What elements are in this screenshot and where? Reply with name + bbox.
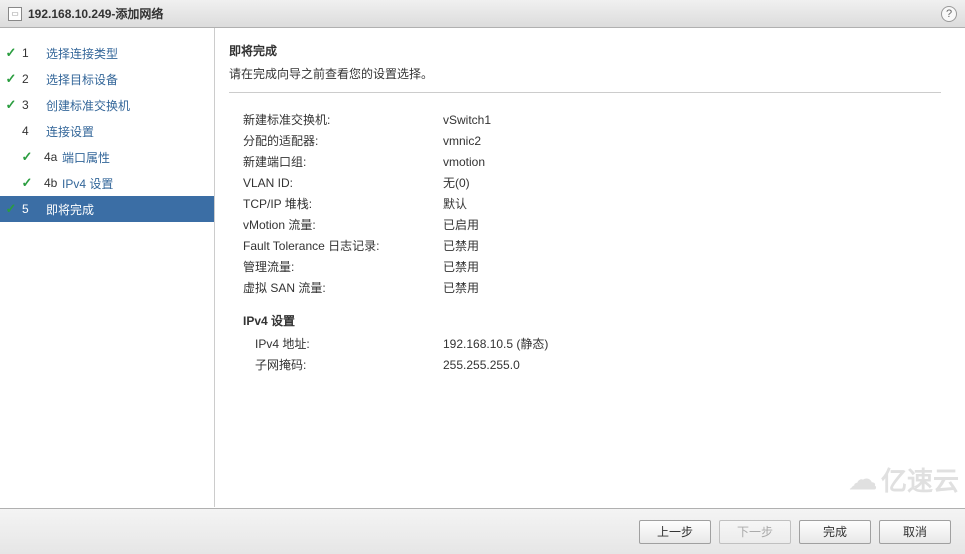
prop-label: IPv4 地址: [243,335,443,352]
step-num: 4 [22,124,46,138]
prop-row: 管理流量:已禁用 [243,256,941,277]
titlebar: ▭ 192.168.10.249 - 添加网络 ? [0,0,965,28]
prop-value: 已禁用 [443,237,479,254]
step-3[interactable]: ✓ 3 创建标准交换机 [0,92,214,118]
step-num: 2 [22,72,46,86]
step-label: 选择目标设备 [46,71,118,88]
step-num: 5 [22,202,46,216]
step-label: 选择连接类型 [46,45,118,62]
page-subtitle: 请在完成向导之前查看您的设置选择。 [229,65,941,82]
page-title: 即将完成 [229,42,941,59]
prop-value: 已禁用 [443,258,479,275]
check-icon: ✓ [4,72,18,86]
prop-row: vMotion 流量:已启用 [243,214,941,235]
check-icon: ✓ [20,150,34,164]
titlebar-title: 添加网络 [115,5,163,22]
prop-row: 新建端口组:vmotion [243,151,941,172]
prop-row: 子网掩码:255.255.255.0 [243,354,941,375]
prop-row: 虚拟 SAN 流量:已禁用 [243,277,941,298]
check-icon: ✓ [20,176,34,190]
prop-row: TCP/IP 堆栈:默认 [243,193,941,214]
summary-properties: 新建标准交换机:vSwitch1 分配的适配器:vmnic2 新建端口组:vmo… [243,109,941,375]
step-label: 即将完成 [46,201,94,218]
back-button[interactable]: 上一步 [639,520,711,544]
prop-value: 192.168.10.5 (静态) [443,335,548,352]
step-num: 3 [22,98,46,112]
prop-row: VLAN ID:无(0) [243,172,941,193]
prop-value: 已启用 [443,216,479,233]
titlebar-ip: 192.168.10.249 [28,7,111,21]
prop-label: 管理流量: [243,258,443,275]
prop-row: 新建标准交换机:vSwitch1 [243,109,941,130]
prop-label: VLAN ID: [243,176,443,190]
step-5[interactable]: ✓ 5 即将完成 [0,196,214,222]
check-icon: ✓ [4,46,18,60]
prop-label: vMotion 流量: [243,216,443,233]
check-icon: ✓ [4,202,18,216]
prop-label: TCP/IP 堆栈: [243,195,443,212]
step-4b[interactable]: ✓ 4b IPv4 设置 [0,170,214,196]
body: ✓ 1 选择连接类型 ✓ 2 选择目标设备 ✓ 3 创建标准交换机 ✓ 4 连接… [0,28,965,507]
prop-value: 无(0) [443,174,470,191]
finish-button[interactable]: 完成 [799,520,871,544]
prop-label: 分配的适配器: [243,132,443,149]
prop-value: vmotion [443,155,485,169]
step-2[interactable]: ✓ 2 选择目标设备 [0,66,214,92]
step-label: IPv4 设置 [62,175,113,192]
prop-label: 虚拟 SAN 流量: [243,279,443,296]
ipv4-section-title: IPv4 设置 [243,312,941,329]
step-1[interactable]: ✓ 1 选择连接类型 [0,40,214,66]
prop-value: 已禁用 [443,279,479,296]
step-num: 1 [22,46,46,60]
step-num: 4a [38,150,62,164]
step-4[interactable]: ✓ 4 连接设置 [0,118,214,144]
prop-label: Fault Tolerance 日志记录: [243,237,443,254]
prop-value: vmnic2 [443,134,481,148]
host-icon: ▭ [8,7,22,21]
prop-row: 分配的适配器:vmnic2 [243,130,941,151]
prop-label: 子网掩码: [243,356,443,373]
prop-label: 新建标准交换机: [243,111,443,128]
cancel-button[interactable]: 取消 [879,520,951,544]
divider [229,92,941,93]
next-button: 下一步 [719,520,791,544]
check-icon: ✓ [4,98,18,112]
step-label: 连接设置 [46,123,94,140]
help-icon[interactable]: ? [941,6,957,22]
step-label: 创建标准交换机 [46,97,130,114]
prop-value: vSwitch1 [443,113,491,127]
main-content: 即将完成 请在完成向导之前查看您的设置选择。 新建标准交换机:vSwitch1 … [215,28,965,507]
footer: 上一步 下一步 完成 取消 [0,508,965,554]
step-4a[interactable]: ✓ 4a 端口属性 [0,144,214,170]
wizard-steps: ✓ 1 选择连接类型 ✓ 2 选择目标设备 ✓ 3 创建标准交换机 ✓ 4 连接… [0,28,215,507]
prop-label: 新建端口组: [243,153,443,170]
step-num: 4b [38,176,62,190]
step-label: 端口属性 [62,149,110,166]
prop-value: 255.255.255.0 [443,358,520,372]
prop-row: IPv4 地址:192.168.10.5 (静态) [243,333,941,354]
prop-value: 默认 [443,195,467,212]
prop-row: Fault Tolerance 日志记录:已禁用 [243,235,941,256]
